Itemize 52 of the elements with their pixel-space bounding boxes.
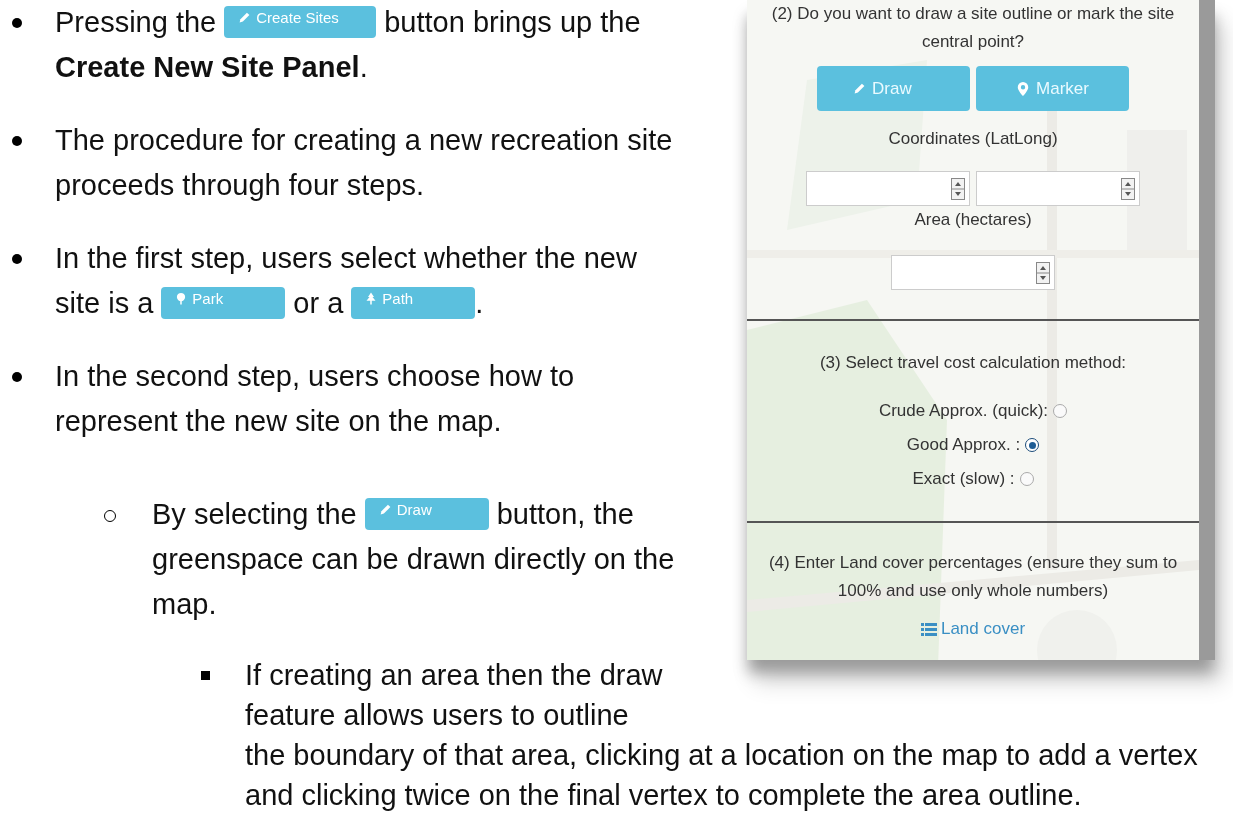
radio-label: Crude Approx. (quick): — [878, 401, 1049, 421]
inline-button[interactable]: Draw — [364, 497, 489, 530]
paragraph-text: In the first step, users select whether the new — [55, 242, 637, 274]
bullet-icon — [12, 372, 22, 382]
paragraph-text: greenspace can be drawn directly on the — [152, 543, 675, 575]
bullet-icon — [12, 136, 22, 146]
paragraph-text: The procedure for creating a new recreation site — [55, 124, 673, 156]
inline-button[interactable]: Path — [351, 286, 476, 319]
tree-icon — [175, 292, 188, 305]
paragraph-text: the boundary of that area, clicking at a location on the map to add a vertex — [245, 739, 1198, 771]
paragraph-text: . — [475, 287, 484, 319]
field-label: Area (hectares) — [914, 210, 1032, 230]
field-label: Coordinates (LatLong) — [888, 129, 1058, 149]
bullet-icon — [12, 18, 22, 28]
paragraph-text: feature allows users to outline — [245, 699, 629, 731]
step-heading: (4) Enter Land cover percentages (ensure they sum to 100% and use only whole numbers) — [767, 552, 1179, 602]
number-field[interactable] — [976, 171, 1140, 206]
spinner-icon — [1121, 177, 1135, 200]
mode-button[interactable]: Draw — [817, 66, 970, 111]
bullet-icon — [12, 254, 22, 264]
mode-button[interactable]: Marker — [976, 66, 1129, 111]
land-cover-link[interactable]: Land cover — [920, 619, 1026, 639]
inline-button[interactable]: Park — [161, 286, 286, 319]
pencil-icon — [378, 503, 392, 516]
step-question: (2) Do you want to draw a site outline or mark the site central point? — [770, 3, 1176, 53]
paragraph-text: and clicking twice on the final vertex to complete the area outline. — [245, 779, 1082, 811]
radio-label: Exact (slow) : — [912, 469, 1015, 489]
pencil-icon — [853, 82, 866, 95]
bullet-icon — [201, 671, 210, 680]
list-icon — [920, 622, 937, 636]
paragraph-text: In the second step, users choose how to — [55, 360, 575, 392]
spinner-icon — [1036, 261, 1050, 284]
paragraph-text: map. — [152, 588, 217, 620]
paragraph-text: Create New Site Panel. — [55, 51, 368, 83]
paragraph-text: proceeds through four steps. — [55, 169, 425, 201]
pencil-icon — [238, 11, 252, 24]
paragraph-text: button, the — [496, 498, 634, 530]
inline-button[interactable]: Create Sites — [224, 5, 377, 38]
paragraph-text: or a — [293, 287, 344, 319]
map-pin-icon — [1016, 80, 1031, 97]
paragraph-text: button brings up the — [384, 6, 641, 38]
step-heading: (3) Select travel cost calculation method: — [819, 353, 1127, 373]
paragraph-text: represent the new site on the map. — [55, 405, 502, 437]
number-field[interactable] — [891, 255, 1055, 290]
paragraph-text: site is a — [55, 287, 154, 319]
radio-label: Good Approx. : — [906, 435, 1021, 455]
paragraph-text: Pressing the — [55, 6, 217, 38]
paragraph-text: If creating an area then the draw — [245, 659, 663, 691]
paragraph-text: By selecting the — [152, 498, 357, 530]
number-field[interactable] — [806, 171, 970, 206]
pine-tree-icon — [365, 292, 378, 305]
spinner-icon — [951, 177, 965, 200]
